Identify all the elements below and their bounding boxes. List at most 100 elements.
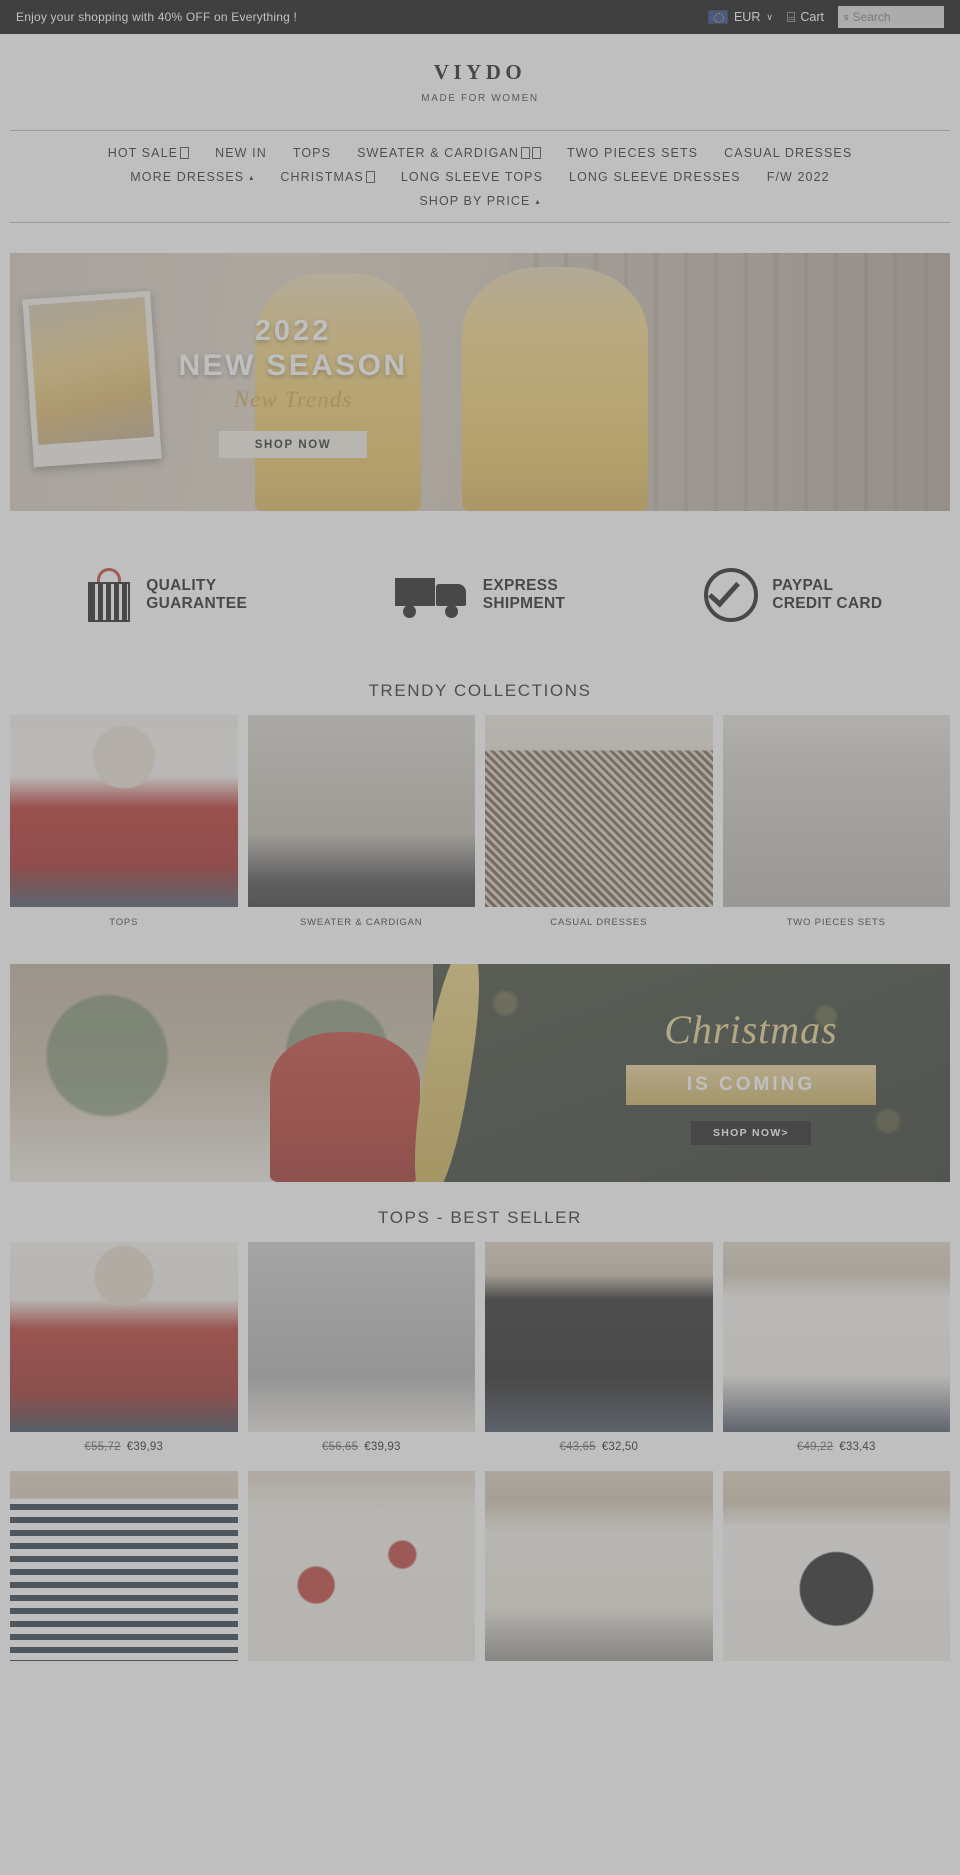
trust-payment-line1: PAYPAL bbox=[772, 577, 834, 595]
collection-label: SWEATER & CARDIGAN bbox=[300, 917, 423, 928]
hero-polaroid-frame bbox=[22, 290, 162, 468]
brand-logo[interactable]: VIYDO bbox=[434, 60, 527, 85]
trust-shipment-line1: EXPRESS bbox=[482, 577, 559, 595]
trust-badge-payment-label: PAYPAL CREDIT CARD bbox=[772, 577, 882, 613]
collection-label: TWO PIECES SETS bbox=[786, 917, 886, 928]
collection-label: TOPS bbox=[109, 917, 139, 928]
nav-item-hot-sale[interactable]: HOT SALE bbox=[107, 146, 190, 160]
collection-tile[interactable]: TOPS bbox=[10, 715, 238, 928]
nav-row-3: SHOP BY PRICE ▴ bbox=[10, 189, 950, 213]
product-price-row: €43,65 €32,50 bbox=[485, 1432, 713, 1453]
product-image[interactable] bbox=[247, 1471, 475, 1661]
nav-item-label: NEW IN bbox=[215, 146, 267, 160]
missing-glyph-icon bbox=[365, 171, 375, 183]
collection-image[interactable] bbox=[247, 715, 475, 907]
nav-item-label: CASUAL DRESSES bbox=[724, 146, 853, 160]
product-card[interactable] bbox=[247, 1471, 475, 1661]
cart-button[interactable]: ⌸ Cart bbox=[787, 10, 824, 24]
product-price-sale: €33,43 bbox=[839, 1441, 876, 1453]
nav-item-tops[interactable]: TOPS bbox=[293, 146, 331, 160]
nav-item-label: LONG SLEEVE DRESSES bbox=[569, 170, 741, 184]
collections-grid: TOPS SWEATER & CARDIGAN CASUAL DRESSES TWO … bbox=[10, 715, 950, 928]
nav-item-label: LONG SLEEVE TOPS bbox=[400, 170, 544, 184]
christmas-banner[interactable]: Christmas IS COMING SHOP NOW> bbox=[10, 964, 950, 1182]
product-image[interactable] bbox=[10, 1471, 238, 1661]
search-box[interactable]: s bbox=[838, 6, 944, 28]
product-price-original: €49,22 bbox=[796, 1441, 834, 1453]
product-image[interactable] bbox=[722, 1471, 950, 1661]
search-input[interactable] bbox=[852, 10, 937, 24]
product-card[interactable] bbox=[722, 1471, 950, 1661]
collection-tile[interactable]: SWEATER & CARDIGAN bbox=[247, 715, 475, 928]
product-image[interactable] bbox=[247, 1242, 475, 1432]
product-card[interactable]: €43,65 €32,50 bbox=[485, 1242, 713, 1453]
product-image[interactable] bbox=[10, 1242, 238, 1432]
shopping-bag-icon bbox=[86, 568, 132, 622]
search-icon: s bbox=[844, 12, 849, 22]
collection-tile[interactable]: CASUAL DRESSES bbox=[485, 715, 713, 928]
product-image[interactable] bbox=[722, 1242, 950, 1432]
product-card[interactable] bbox=[485, 1471, 713, 1661]
nav-item-shop-by-price[interactable]: SHOP BY PRICE ▴ bbox=[419, 194, 540, 208]
product-price-row: €56,65 €39,93 bbox=[248, 1432, 476, 1453]
nav-item-new-in[interactable]: NEW IN bbox=[215, 146, 267, 160]
currency-label: EUR bbox=[733, 10, 761, 24]
hero-year: 2022 bbox=[254, 315, 332, 347]
top-announcement-bar: Enjoy your shopping with 40% OFF on Ever… bbox=[0, 0, 960, 34]
nav-item-label: CHRISTMAS bbox=[280, 170, 364, 184]
collection-image[interactable] bbox=[485, 715, 713, 907]
main-navigation: HOT SALE NEW IN TOPS SWEATER & CARDIGAN TWO … bbox=[10, 130, 950, 223]
missing-glyph-icon bbox=[532, 147, 542, 159]
nav-item-label: TWO PIECES SETS bbox=[567, 146, 699, 160]
christmas-title: Christmas bbox=[664, 1007, 838, 1052]
hero-copy: 2022 NEW SEASON New Trends SHOP NOW bbox=[148, 315, 438, 458]
nav-item-f-w-2022[interactable]: F/W 2022 bbox=[767, 170, 830, 184]
nav-item-long-sleeve-tops[interactable]: LONG SLEEVE TOPS bbox=[401, 170, 543, 184]
check-circle-icon bbox=[704, 568, 759, 622]
nav-item-label: MORE DRESSES bbox=[130, 170, 245, 184]
bestseller-heading: TOPS - BEST SELLER bbox=[378, 1208, 582, 1227]
missing-glyph-icon bbox=[521, 147, 531, 159]
trust-badge-payment: PAYPAL CREDIT CARD bbox=[637, 568, 950, 622]
product-card[interactable]: €56,65 €39,93 bbox=[247, 1242, 476, 1453]
nav-item-more-dresses[interactable]: MORE DRESSES ▴ bbox=[130, 170, 254, 184]
product-card[interactable] bbox=[10, 1471, 238, 1661]
bestseller-grid: €55,72 €39,93 €56,65 €39,93 €43,65 €32,50 €49,… bbox=[10, 1242, 950, 1453]
brand-tagline: MADE FOR WOMEN bbox=[421, 93, 539, 104]
product-image[interactable] bbox=[485, 1471, 713, 1661]
trust-badge-shipment: EXPRESS SHIPMENT bbox=[323, 572, 636, 618]
hero-banner[interactable]: 2022 NEW SEASON New Trends SHOP NOW bbox=[10, 253, 950, 511]
topbar-utilities: EUR ∨ ⌸ Cart s bbox=[707, 6, 944, 28]
trust-shipment-line2: SHIPMENT bbox=[482, 595, 566, 612]
trust-quality-line1: QUALITY bbox=[146, 577, 217, 595]
product-price-original: €55,72 bbox=[84, 1441, 121, 1453]
nav-item-long-sleeve-dresses[interactable]: LONG SLEEVE DRESSES bbox=[569, 170, 741, 184]
promo-message: Enjoy your shopping with 40% OFF on Ever… bbox=[16, 10, 298, 24]
product-price-row: €55,72 €39,93 bbox=[10, 1432, 238, 1453]
product-price-row: €49,22 €33,43 bbox=[723, 1432, 951, 1453]
trust-badge-shipment-label: EXPRESS SHIPMENT bbox=[483, 577, 566, 613]
nav-item-two-pieces-sets[interactable]: TWO PIECES SETS bbox=[567, 146, 698, 160]
product-image[interactable] bbox=[485, 1242, 713, 1432]
product-price-sale: €32,50 bbox=[601, 1441, 639, 1453]
eu-flag-icon bbox=[707, 10, 728, 24]
nav-item-label: HOT SALE bbox=[107, 146, 179, 160]
nav-item-sweater-cardigan[interactable]: SWEATER & CARDIGAN bbox=[357, 146, 542, 160]
hero-shop-now-button[interactable]: SHOP NOW bbox=[219, 431, 367, 458]
collection-image[interactable] bbox=[722, 715, 950, 907]
trust-badge-quality-label: QUALITY GUARANTEE bbox=[146, 577, 247, 613]
product-price-sale: €39,93 bbox=[126, 1441, 164, 1453]
trust-quality-line2: GUARANTEE bbox=[146, 595, 248, 612]
nav-item-label: TOPS bbox=[292, 146, 332, 160]
christmas-shop-now-button[interactable]: SHOP NOW> bbox=[691, 1121, 811, 1145]
nav-item-christmas[interactable]: CHRISTMAS bbox=[280, 170, 375, 184]
christmas-model bbox=[269, 1032, 420, 1182]
chevron-up-icon: ▴ bbox=[535, 196, 541, 206]
currency-selector[interactable]: EUR ∨ bbox=[707, 10, 773, 24]
product-card[interactable]: €49,22 €33,43 bbox=[722, 1242, 951, 1453]
collection-tile[interactable]: TWO PIECES SETS bbox=[722, 715, 950, 928]
collection-image[interactable] bbox=[10, 715, 238, 907]
product-card[interactable]: €55,72 €39,93 bbox=[10, 1242, 238, 1453]
nav-item-casual-dresses[interactable]: CASUAL DRESSES bbox=[724, 146, 852, 160]
cart-icon: ⌸ bbox=[786, 9, 796, 25]
